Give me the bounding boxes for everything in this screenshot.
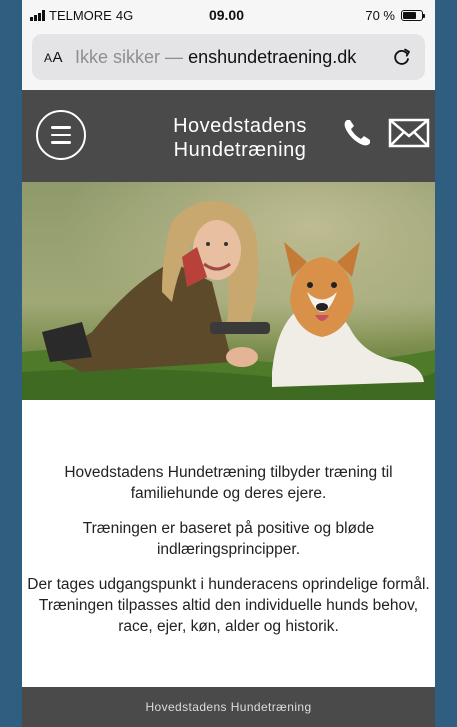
site-title-line1: Hovedstadens — [173, 115, 307, 137]
frame-right-band — [435, 0, 457, 727]
network-type: 4G — [115, 7, 134, 23]
hamburger-menu-icon[interactable] — [36, 110, 86, 160]
hero-image — [22, 182, 435, 400]
address-bar[interactable]: AA Ikke sikker — enshundetraening.dk — [32, 34, 425, 80]
intro-paragraph-1: Hovedstadens Hundetræning tilbyder træni… — [64, 464, 393, 502]
site-header: Hovedstadens Hundetræning — [22, 90, 435, 182]
reload-icon[interactable] — [391, 46, 413, 68]
phone-screen: TELMORE 4G 09.00 70 % AA Ikke sikker — e… — [22, 0, 435, 727]
clock: 09.00 — [208, 7, 245, 23]
site-footer: Hovedstadens Hundetræning — [22, 687, 435, 727]
signal-icon — [30, 9, 45, 21]
intro-paragraph-3: Der tages udgangspunkt i hunderacens opr… — [27, 576, 430, 635]
status-right: 70 % — [273, 7, 425, 23]
battery-icon — [400, 9, 425, 21]
site-title[interactable]: Hovedstadens Hundetræning — [160, 114, 320, 162]
carrier-name: TELMORE — [49, 7, 112, 23]
footer-text: Hovedstadens Hundetræning — [145, 700, 312, 714]
intro-paragraph-2: Træningen er baseret på positive og blød… — [82, 520, 375, 558]
frame-left-band — [0, 0, 22, 727]
text-size-button[interactable]: AA — [44, 49, 63, 66]
status-bar: TELMORE 4G 09.00 70 % — [22, 0, 435, 30]
address-bar-container: AA Ikke sikker — enshundetraening.dk — [22, 30, 435, 90]
battery-percent: 70 % — [365, 7, 395, 23]
phone-icon[interactable] — [340, 116, 374, 150]
url-domain: enshundetraening.dk — [188, 46, 357, 67]
mail-icon[interactable] — [388, 118, 430, 148]
intro-text: Hovedstadens Hundetræning tilbyder træni… — [22, 400, 435, 637]
url-text[interactable]: Ikke sikker — enshundetraening.dk — [75, 47, 391, 68]
battery-fill — [402, 11, 416, 19]
security-label: Ikke sikker — — [75, 46, 184, 67]
site-title-line2: Hundetræning — [173, 139, 307, 161]
status-left: TELMORE 4G — [30, 8, 180, 23]
